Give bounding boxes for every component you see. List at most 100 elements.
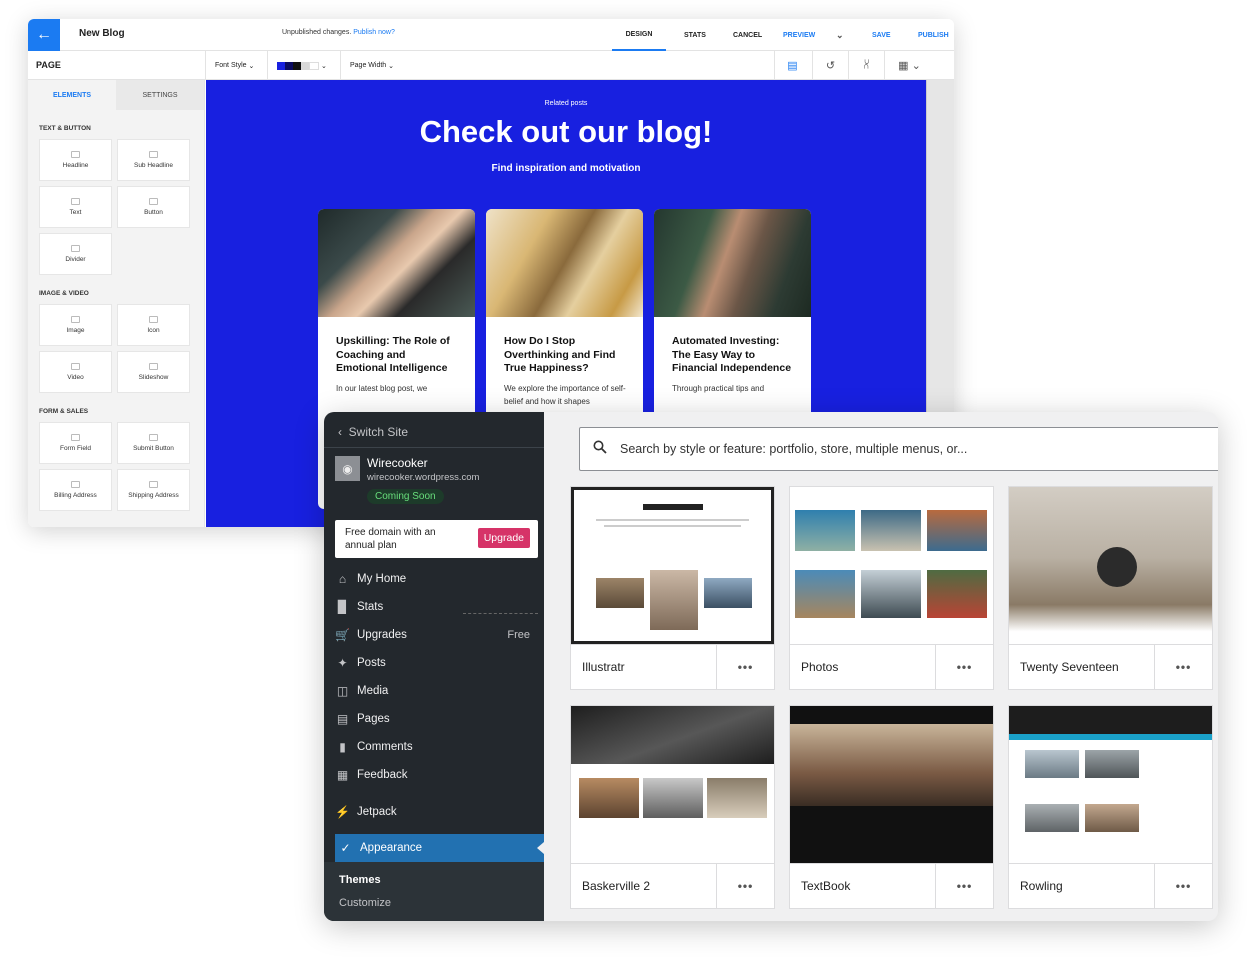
submenu-customize[interactable]: Customize [339, 897, 391, 909]
screenshot-photo [927, 570, 987, 618]
more-options-icon[interactable]: ••• [935, 644, 993, 689]
billing-address-icon [71, 481, 80, 488]
theme-name[interactable]: Photos [801, 660, 838, 674]
slideshow-icon [149, 363, 158, 370]
switch-site-link[interactable]: ‹ Switch Site [338, 425, 408, 439]
editor-title: New Blog [79, 28, 125, 39]
element-image[interactable]: Image [39, 304, 112, 346]
section-form-sales: FORM & SALES [39, 408, 89, 415]
page-width-dropdown[interactable]: Page Width ⌄ [340, 51, 410, 80]
post-excerpt: Through practical tips and [672, 383, 765, 393]
element-button[interactable]: Button [117, 186, 190, 228]
element-label: Billing Address [54, 492, 97, 499]
cancel-button[interactable]: CANCEL [733, 19, 762, 51]
theme-card[interactable]: Baskerville 2 ••• [570, 705, 775, 909]
layout-icon[interactable]: ▦ ⌄ [884, 51, 934, 80]
preview-button[interactable]: PREVIEW [783, 19, 815, 51]
theme-card[interactable]: TextBook ••• [789, 705, 994, 909]
screenshot-photo [927, 510, 987, 551]
screenshot-logo [642, 504, 703, 510]
site-name[interactable]: Wirecooker [367, 456, 428, 470]
theme-card[interactable]: Illustratr ••• [570, 486, 775, 690]
element-label: Slideshow [138, 374, 169, 381]
theme-name[interactable]: Illustratr [582, 660, 625, 674]
theme-screenshot[interactable] [571, 706, 774, 863]
canvas-subheadline[interactable]: Find inspiration and motivation [206, 163, 926, 174]
sidebar-item-jetpack[interactable]: ⚡ Jetpack [335, 802, 540, 822]
theme-screenshot[interactable] [1009, 487, 1212, 644]
element-sub-headline[interactable]: Sub Headline [117, 139, 190, 181]
more-options-icon[interactable]: ••• [1154, 644, 1212, 689]
share-icon[interactable]: ⩆ [848, 51, 884, 80]
post-title[interactable]: How Do I Stop Overthinking and Find True… [486, 317, 643, 376]
device-preview-icon[interactable]: ▤ [774, 51, 810, 80]
wp-sidebar: ‹ Switch Site ◉ Wirecooker wirecooker.wo… [324, 412, 544, 921]
theme-card[interactable]: Rowling ••• [1008, 705, 1213, 909]
post-title[interactable]: Automated Investing: The Easy Way to Fin… [654, 317, 811, 376]
sidebar-item-label: Media [357, 685, 389, 697]
element-icon[interactable]: Icon [117, 304, 190, 346]
theme-name[interactable]: Rowling [1020, 879, 1063, 893]
switch-site-label: Switch Site [348, 425, 409, 439]
chevron-down-icon[interactable]: ⌄ [836, 19, 844, 51]
theme-screenshot[interactable] [1009, 706, 1212, 863]
element-label: Video [67, 374, 84, 381]
canvas-headline[interactable]: Check out our blog! [206, 114, 926, 150]
element-text[interactable]: Text [39, 186, 112, 228]
element-submit-button[interactable]: Submit Button [117, 422, 190, 464]
sidebar-item-pages[interactable]: ▤ Pages [335, 709, 540, 729]
sidebar-item-upgrades[interactable]: 🛒 Upgrades Free [335, 625, 540, 645]
site-url[interactable]: wirecooker.wordpress.com [367, 472, 479, 483]
publish-button[interactable]: PUBLISH [918, 19, 949, 51]
screenshot-header [1009, 706, 1212, 734]
back-button[interactable]: ← [28, 19, 60, 51]
sidebar-item-posts[interactable]: ✦ Posts [335, 653, 540, 673]
element-video[interactable]: Video [39, 351, 112, 393]
search-input[interactable]: Search by style or feature: portfolio, s… [620, 442, 967, 456]
related-posts-label[interactable]: Related posts [206, 100, 926, 107]
upgrade-nudge: Free domain with an annual plan Upgrade [335, 520, 538, 558]
element-label: Icon [147, 327, 160, 334]
element-slideshow[interactable]: Slideshow [117, 351, 190, 393]
tab-stats[interactable]: STATS [684, 19, 706, 51]
publish-now-link[interactable]: Publish now? [353, 29, 395, 36]
theme-name[interactable]: Baskerville 2 [582, 879, 650, 893]
submenu-themes[interactable]: Themes [339, 874, 381, 886]
theme-screenshot[interactable] [571, 487, 774, 644]
sidebar-item-comments[interactable]: ▮ Comments [335, 737, 540, 757]
theme-card[interactable]: Photos ••• [789, 486, 994, 690]
coming-soon-badge[interactable]: Coming Soon [367, 489, 444, 504]
post-image [318, 209, 475, 317]
tab-design[interactable]: DESIGN [612, 19, 666, 51]
element-headline[interactable]: Headline [39, 139, 112, 181]
history-icon[interactable]: ↺ [812, 51, 848, 80]
tab-elements[interactable]: ELEMENTS [28, 80, 116, 110]
theme-card[interactable]: Twenty Seventeen ••• [1008, 486, 1213, 690]
post-title[interactable]: Upskilling: The Role of Coaching and Emo… [318, 317, 475, 376]
sidebar-item-my-home[interactable]: ⌂ My Home [335, 569, 540, 589]
element-billing-address[interactable]: Billing Address [39, 469, 112, 511]
save-button[interactable]: SAVE [872, 19, 891, 51]
more-options-icon[interactable]: ••• [716, 644, 774, 689]
tab-settings[interactable]: SETTINGS [116, 80, 204, 110]
color-palette-picker[interactable]: ⌄ [267, 51, 340, 80]
theme-name[interactable]: TextBook [801, 879, 850, 893]
theme-screenshot[interactable] [790, 706, 993, 863]
globe-icon[interactable]: ◉ [335, 456, 360, 481]
more-options-icon[interactable]: ••• [716, 863, 774, 908]
more-options-icon[interactable]: ••• [1154, 863, 1212, 908]
chevron-down-icon: ⌄ [320, 62, 327, 70]
theme-search[interactable]: Search by style or feature: portfolio, s… [579, 427, 1218, 471]
sidebar-item-media[interactable]: ◫ Media [335, 681, 540, 701]
sidebar-item-stats[interactable]: ▉ Stats [335, 597, 540, 617]
element-divider[interactable]: Divider [39, 233, 112, 275]
more-options-icon[interactable]: ••• [935, 863, 993, 908]
upgrade-button[interactable]: Upgrade [477, 528, 530, 548]
element-shipping-address[interactable]: Shipping Address [117, 469, 190, 511]
element-form-field[interactable]: Form Field [39, 422, 112, 464]
font-style-dropdown[interactable]: Font Style ⌄ [205, 51, 267, 80]
sidebar-item-feedback[interactable]: ▦ Feedback [335, 765, 540, 785]
sidebar-item-appearance[interactable]: ✓ Appearance [335, 834, 544, 862]
theme-name[interactable]: Twenty Seventeen [1020, 660, 1119, 674]
theme-screenshot[interactable] [790, 487, 993, 644]
